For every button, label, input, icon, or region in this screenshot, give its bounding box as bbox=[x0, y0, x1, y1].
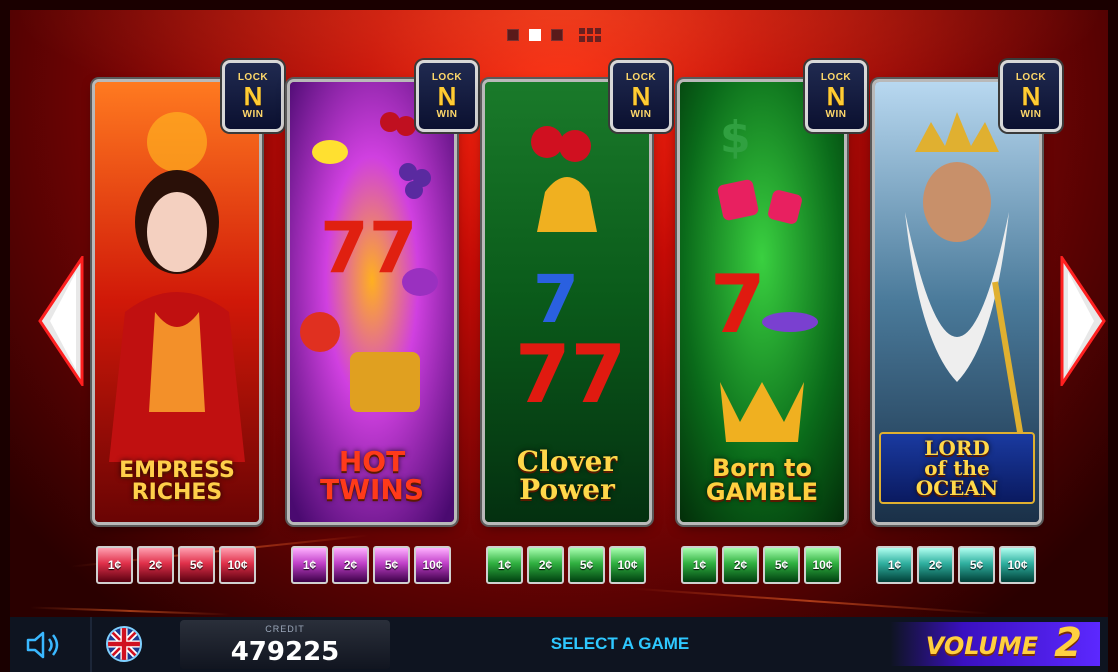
denomination-row: 1¢ 2¢ 5¢ 10¢ bbox=[681, 546, 841, 584]
uk-flag-icon[interactable] bbox=[106, 626, 142, 662]
game-card-clover-power[interactable]: 7 77 Clover Power bbox=[485, 82, 649, 522]
page-indicator bbox=[507, 28, 601, 42]
page-dot[interactable] bbox=[507, 29, 519, 41]
arrow-right-icon[interactable] bbox=[1060, 256, 1106, 386]
volume-label: VOLUME bbox=[925, 632, 1038, 660]
denomination-row: 1¢ 2¢ 5¢ 10¢ bbox=[876, 546, 1036, 584]
svg-text:77: 77 bbox=[320, 207, 417, 289]
denom-button[interactable]: 10¢ bbox=[414, 546, 451, 584]
badge-mid-text: N bbox=[631, 81, 651, 111]
page-dot[interactable] bbox=[551, 29, 563, 41]
svg-text:7: 7 bbox=[710, 258, 766, 351]
denom-button[interactable]: 10¢ bbox=[219, 546, 256, 584]
denom-button[interactable]: 2¢ bbox=[332, 546, 369, 584]
game-card-empress-riches[interactable]: EMPRESS RICHES bbox=[95, 82, 259, 522]
badge-bottom-text: WIN bbox=[630, 109, 652, 120]
lock-n-win-badge: LOCK N WIN bbox=[416, 60, 478, 132]
svg-text:7: 7 bbox=[533, 261, 579, 338]
game-title: LORD of the OCEAN bbox=[879, 432, 1035, 504]
denom-button[interactable]: 2¢ bbox=[527, 546, 564, 584]
denomination-row: 1¢ 2¢ 5¢ 10¢ bbox=[291, 546, 451, 584]
denom-button[interactable]: 1¢ bbox=[876, 546, 913, 584]
lock-n-win-badge: LOCK N WIN bbox=[610, 60, 672, 132]
denom-button[interactable]: 10¢ bbox=[609, 546, 646, 584]
denom-button[interactable]: 2¢ bbox=[722, 546, 759, 584]
speaker-icon[interactable] bbox=[24, 629, 64, 661]
badge-bottom-text: WIN bbox=[825, 109, 847, 120]
denom-button[interactable]: 5¢ bbox=[373, 546, 410, 584]
divider bbox=[90, 617, 92, 672]
grid-view-icon[interactable] bbox=[579, 28, 601, 42]
credit-value: 479225 bbox=[230, 637, 340, 667]
page-dot-active[interactable] bbox=[529, 29, 541, 41]
background-crack bbox=[30, 606, 230, 616]
lock-n-win-badge: LOCK N WIN bbox=[805, 60, 867, 132]
denom-button[interactable]: 5¢ bbox=[568, 546, 605, 584]
svg-text:77: 77 bbox=[515, 328, 626, 421]
denom-button[interactable]: 1¢ bbox=[681, 546, 718, 584]
denom-button[interactable]: 2¢ bbox=[137, 546, 174, 584]
badge-bottom-text: WIN bbox=[436, 109, 458, 120]
denom-button[interactable]: 5¢ bbox=[958, 546, 995, 584]
svg-text:$: $ bbox=[720, 112, 751, 163]
bottom-bar: CREDIT 479225 SELECT A GAME VOLUME 2 bbox=[10, 617, 1108, 672]
denom-button[interactable]: 10¢ bbox=[999, 546, 1036, 584]
volume-number: 2 bbox=[1054, 620, 1082, 666]
badge-mid-text: N bbox=[437, 81, 457, 111]
arrow-left-icon[interactable] bbox=[38, 256, 84, 386]
denom-button[interactable]: 1¢ bbox=[291, 546, 328, 584]
badge-mid-text: N bbox=[826, 81, 846, 111]
badge-bottom-text: WIN bbox=[1020, 109, 1042, 120]
denom-button[interactable]: 5¢ bbox=[178, 546, 215, 584]
empress-artwork bbox=[95, 82, 259, 522]
game-card-born-to-gamble[interactable]: $ 7 Born to GAMBLE bbox=[680, 82, 844, 522]
denomination-row: 1¢ 2¢ 5¢ 10¢ bbox=[486, 546, 646, 584]
denom-button[interactable]: 1¢ bbox=[486, 546, 523, 584]
badge-bottom-text: WIN bbox=[242, 109, 264, 120]
volume-banner: VOLUME 2 bbox=[890, 620, 1100, 666]
badge-mid-text: N bbox=[243, 81, 263, 111]
game-card-lord-of-the-ocean[interactable]: LORD of the OCEAN bbox=[875, 82, 1039, 522]
game-title: HOT TWINS bbox=[319, 445, 424, 506]
lock-n-win-badge: LOCK N WIN bbox=[222, 60, 284, 132]
denom-button[interactable]: 1¢ bbox=[96, 546, 133, 584]
background-crack bbox=[630, 587, 990, 615]
game-card-hot-twins[interactable]: 77 HOT TWINS bbox=[290, 82, 454, 522]
game-title: Born to GAMBLE bbox=[705, 454, 819, 506]
denom-button[interactable]: 10¢ bbox=[804, 546, 841, 584]
status-text: SELECT A GAME bbox=[550, 634, 690, 653]
credit-display: CREDIT 479225 bbox=[180, 620, 390, 669]
game-title: Clover Power bbox=[516, 445, 618, 506]
credit-label: CREDIT bbox=[265, 624, 305, 634]
denom-button[interactable]: 5¢ bbox=[763, 546, 800, 584]
badge-mid-text: N bbox=[1021, 81, 1041, 111]
game-title: EMPRESS RICHES bbox=[119, 458, 235, 505]
denom-button[interactable]: 2¢ bbox=[917, 546, 954, 584]
lock-n-win-badge: LOCK N WIN bbox=[1000, 60, 1062, 132]
denomination-row: 1¢ 2¢ 5¢ 10¢ bbox=[96, 546, 256, 584]
